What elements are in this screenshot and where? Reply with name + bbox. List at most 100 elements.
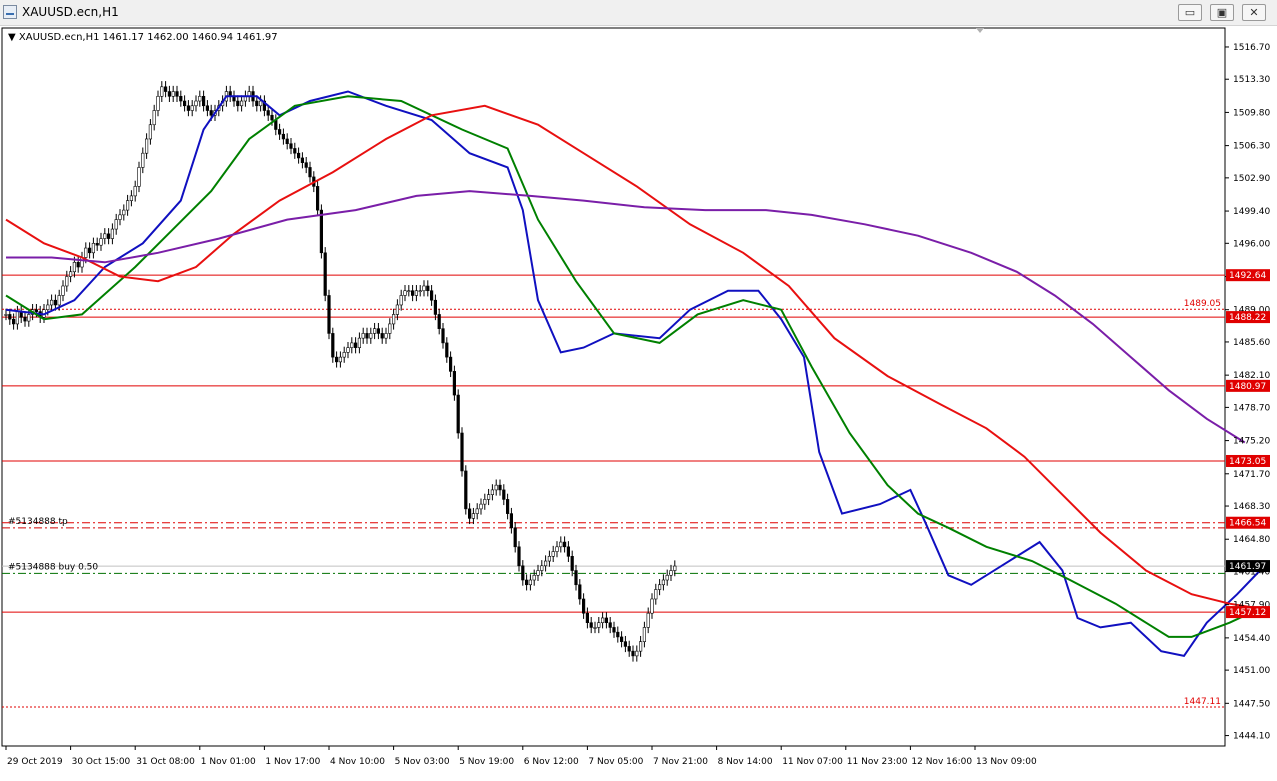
- candle-body: [574, 570, 578, 586]
- y-tick-label: 1464.80: [1233, 535, 1270, 545]
- candle-body: [258, 100, 263, 107]
- order-line-label: #5134888 buy 0.50: [8, 562, 98, 572]
- y-tick-label: 1485.60: [1233, 338, 1270, 348]
- candle-body: [72, 261, 76, 273]
- candle-body: [627, 646, 631, 652]
- level-line-label: 1447.11: [1184, 697, 1221, 707]
- y-tick-label: 1502.90: [1233, 174, 1270, 184]
- candle-body: [183, 100, 187, 107]
- x-tick-label: 6 Nov 12:00: [524, 757, 579, 767]
- candle-body: [570, 556, 574, 571]
- candle-body: [365, 333, 369, 339]
- candle-body: [376, 328, 381, 334]
- candle-body: [593, 627, 597, 629]
- candle-body: [342, 352, 346, 358]
- candle-body: [289, 143, 293, 149]
- y-tick-label: 1509.80: [1233, 108, 1270, 118]
- x-tick-label: 5 Nov 19:00: [459, 757, 514, 767]
- candle-body: [448, 356, 453, 372]
- candle-body: [521, 565, 525, 581]
- y-tick-label: 1516.70: [1233, 43, 1270, 53]
- candle-body: [418, 290, 422, 293]
- candle-body: [91, 243, 95, 254]
- candle-body: [380, 333, 384, 339]
- candle-body: [452, 371, 457, 396]
- symbol-name: XAUUSD.ecn,H1: [19, 32, 100, 43]
- candle-body: [612, 627, 616, 633]
- candle-body: [53, 299, 57, 306]
- candle-body: [304, 162, 308, 168]
- candle-body: [483, 499, 487, 505]
- candle-body: [559, 541, 563, 548]
- candle-body: [152, 110, 156, 126]
- x-tick-label: 7 Nov 21:00: [653, 757, 708, 767]
- candle-body: [198, 95, 202, 102]
- y-tick-label: 1506.30: [1233, 142, 1270, 152]
- candle-body: [315, 186, 320, 211]
- window-title: XAUUSD.ecn,H1: [22, 5, 119, 19]
- candle-body: [126, 200, 130, 211]
- y-tick-label: 1513.30: [1233, 75, 1270, 85]
- price-chart[interactable]: 1516.70 1513.30 1509.80 1506.30 1502.90 1499.…: [0, 26, 1277, 781]
- y-tick-label: 1482.10: [1233, 371, 1270, 381]
- candle-body: [285, 138, 289, 145]
- candle-body: [509, 513, 514, 529]
- candle-body: [84, 247, 88, 258]
- candle-body: [657, 584, 662, 590]
- candle-body: [49, 299, 54, 306]
- candle-body: [372, 328, 377, 334]
- candle-body: [410, 290, 415, 296]
- candle-body: [433, 299, 438, 315]
- candle-body: [464, 470, 468, 510]
- candle-body: [532, 574, 536, 581]
- candle-body: [353, 342, 358, 348]
- candle-body: [566, 546, 570, 557]
- candle-body: [122, 209, 126, 216]
- y-tick-label: 1444.10: [1233, 732, 1270, 742]
- candle-body: [357, 337, 362, 348]
- candle-body: [107, 233, 111, 239]
- candle-body: [319, 209, 324, 254]
- symbol-collapse-icon: ▼: [8, 32, 19, 43]
- candle-body: [391, 314, 396, 325]
- window-titlebar: XAUUSD.ecn,H1 ▭ ▣ ✕: [0, 0, 1277, 26]
- candle-body: [517, 546, 521, 567]
- candle-body: [471, 513, 476, 519]
- candle-body: [148, 124, 153, 140]
- candle-body: [129, 195, 134, 201]
- y-tick-label: 1447.50: [1233, 699, 1270, 709]
- current-price-label: 1461.97: [1229, 562, 1266, 572]
- candle-body: [141, 152, 145, 168]
- candle-body: [388, 323, 392, 334]
- candle-body: [502, 489, 506, 500]
- x-tick-label: 12 Nov 16:00: [911, 757, 972, 767]
- minimize-button[interactable]: ▭: [1178, 4, 1202, 21]
- candle-body: [145, 138, 149, 154]
- candle-body: [600, 617, 605, 623]
- candle-body: [209, 110, 213, 116]
- maximize-button[interactable]: ▣: [1210, 4, 1234, 21]
- candle-body: [551, 551, 555, 557]
- candle-body: [327, 295, 331, 334]
- candle-body: [441, 328, 445, 344]
- candle-body: [528, 579, 532, 586]
- candle-body: [555, 546, 559, 552]
- y-tick-label: 1468.30: [1233, 502, 1270, 512]
- candle-body: [164, 86, 168, 92]
- close-button[interactable]: ✕: [1242, 4, 1266, 21]
- x-tick-label: 13 Nov 09:00: [976, 757, 1037, 767]
- level-line-label: 1489.05: [1184, 299, 1221, 309]
- candle-body: [437, 314, 441, 329]
- candle-body: [190, 105, 194, 111]
- candle-body: [293, 148, 297, 154]
- candle-body: [205, 105, 210, 111]
- candle-body: [403, 290, 407, 296]
- x-tick-label: 7 Nov 05:00: [588, 757, 643, 767]
- candle-body: [494, 484, 498, 491]
- plot-area: [1, 27, 1226, 747]
- x-tick-label: 30 Oct 15:00: [72, 757, 131, 767]
- candle-body: [414, 290, 419, 296]
- candle-body: [490, 489, 495, 495]
- candle-body: [479, 503, 483, 510]
- candle-body: [175, 91, 179, 97]
